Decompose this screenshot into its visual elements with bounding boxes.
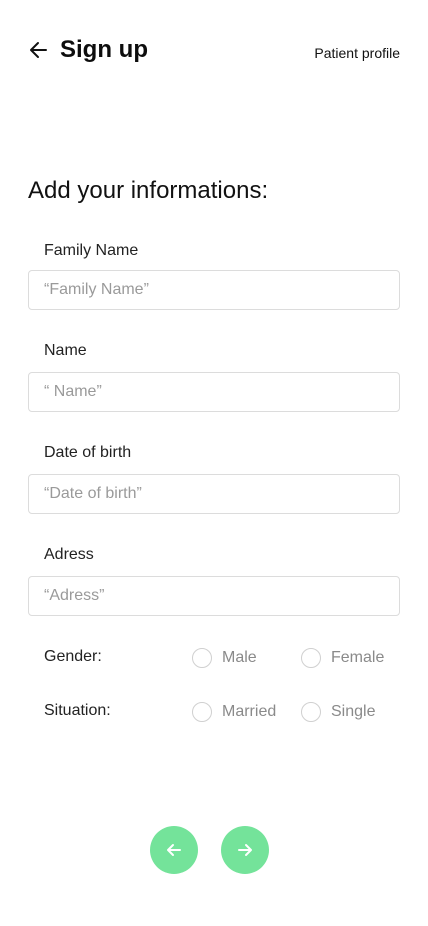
previous-button[interactable] (150, 826, 198, 874)
radio-label-female: Female (331, 649, 385, 666)
arrow-left-icon[interactable] (28, 39, 50, 61)
name-label: Name (44, 342, 87, 359)
page-title: Sign up (60, 36, 148, 63)
adress-label: Adress (44, 546, 94, 563)
situation-label: Situation: (44, 702, 111, 719)
radio-label-single: Single (331, 703, 376, 720)
arrow-left-icon (167, 844, 181, 856)
radio-button[interactable] (192, 648, 212, 668)
family-name-input[interactable] (28, 270, 400, 310)
gender-radio-male[interactable]: Male (192, 647, 257, 669)
name-input[interactable] (28, 372, 400, 412)
signup-page: Sign up Patient profile Add your informa… (0, 0, 428, 926)
patient-profile-link[interactable]: Patient profile (314, 44, 400, 62)
gender-radio-female[interactable]: Female (301, 647, 384, 669)
arrow-right-icon (238, 844, 252, 856)
radio-button[interactable] (301, 702, 321, 722)
radio-label-male: Male (222, 649, 257, 666)
header: Sign up Patient profile (28, 34, 400, 66)
situation-radio-married[interactable]: Married (192, 701, 276, 723)
date-of-birth-input[interactable] (28, 474, 400, 514)
next-button[interactable] (221, 826, 269, 874)
radio-button[interactable] (301, 648, 321, 668)
situation-radio-single[interactable]: Single (301, 701, 375, 723)
adress-input[interactable] (28, 576, 400, 616)
radio-button[interactable] (192, 702, 212, 722)
date-of-birth-label: Date of birth (44, 444, 132, 461)
radio-label-married: Married (222, 703, 277, 720)
family-name-label: Family Name (44, 242, 139, 259)
gender-label: Gender: (44, 648, 102, 665)
section-title: Add your informations: (28, 177, 269, 204)
